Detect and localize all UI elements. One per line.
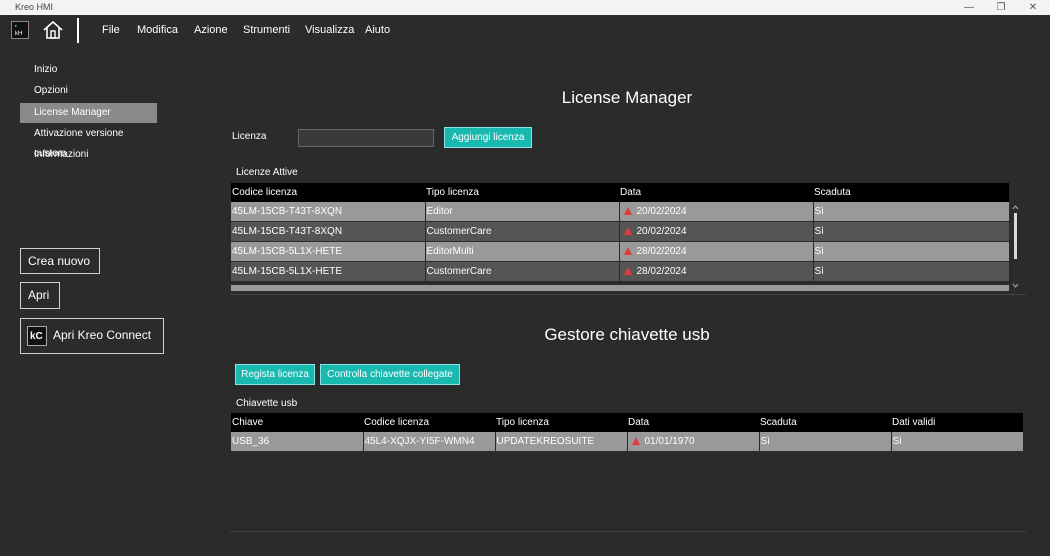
column-header-codice: Codice licenza	[363, 413, 495, 432]
column-header-scaduta: Scaduta	[813, 183, 1009, 202]
cell-dati-validi: Sì	[891, 432, 1024, 452]
title-bar: Kreo HMI — ❐ ✕	[0, 0, 1050, 15]
cell-data: 28/02/2024	[619, 241, 814, 262]
licenze-attive-label: Licenze Attive	[236, 167, 298, 178]
sidebar-item-attivazione[interactable]: Attivazione versione custom	[20, 124, 157, 159]
table-row[interactable]: 45LM-15CB-T43T-8XQN Editor 20/02/2024 Sì	[231, 202, 1010, 222]
chiavette-usb-table: Chiave Codice licenza Tipo licenza Data …	[231, 413, 1024, 452]
bottom-divider	[230, 531, 1026, 532]
home-icon[interactable]	[42, 20, 64, 40]
column-header-tipo: Tipo licenza	[425, 183, 619, 202]
cell-scaduta: Sì	[813, 221, 1010, 242]
cell-codice: 45LM-15CB-T43T-8XQN	[231, 202, 426, 222]
apri-kreo-connect-button[interactable]: kC Apri Kreo Connect	[20, 318, 164, 354]
cell-data-value: 20/02/2024	[636, 206, 687, 217]
table-header-row: Codice licenza Tipo licenza Data Scaduta	[231, 183, 1009, 202]
sidebar-item-opzioni[interactable]: Opzioni	[20, 81, 157, 101]
kreo-connect-icon: kC	[27, 326, 47, 346]
cell-scaduta: Sì	[813, 241, 1010, 262]
menu-bar: kH File Modifica Azione Strumenti Visual…	[0, 15, 1050, 46]
warning-icon	[631, 437, 640, 445]
cell-tipo: CustomerCare	[425, 261, 620, 282]
maximize-button[interactable]: ❐	[985, 0, 1017, 15]
close-button[interactable]: ✕	[1017, 0, 1049, 15]
cell-data-value: 20/02/2024	[636, 226, 687, 237]
warning-icon	[623, 227, 632, 235]
table-row[interactable]: 45LM-15CB-T43T-8XQN CustomerCare 20/02/2…	[231, 221, 1010, 242]
cell-tipo: Editor	[425, 202, 620, 222]
apri-button[interactable]: Apri	[20, 282, 60, 309]
cell-tipo: EditorMulti	[425, 241, 620, 262]
cell-data: 20/02/2024	[619, 202, 814, 222]
registra-licenza-button[interactable]: Regista licenza	[235, 364, 315, 385]
table-header-row: Chiave Codice licenza Tipo licenza Data …	[231, 413, 1023, 432]
column-header-data: Data	[619, 183, 813, 202]
column-header-scaduta: Scaduta	[759, 413, 891, 432]
cell-data-value: 28/02/2024	[636, 246, 687, 257]
table-row[interactable]: 45LM-15CB-5L1X-HETE CustomerCare 28/02/2…	[231, 261, 1010, 282]
cell-data: 28/02/2024	[619, 261, 814, 282]
licenze-scrollbar[interactable]	[1011, 203, 1020, 291]
menu-visualizza[interactable]: Visualizza	[305, 24, 354, 36]
cell-data-value: 01/01/1970	[644, 436, 695, 447]
cell-chiave: USB_36	[231, 432, 364, 452]
usb-manager-title: Gestore chiavette usb	[544, 325, 710, 344]
cell-codice: 45LM-15CB-T43T-8XQN	[231, 221, 426, 242]
menu-azione[interactable]: Azione	[194, 24, 228, 36]
table-row[interactable]: USB_36 45L4-XQJX-YI5F-WMN4 UPDATEKREOSUI…	[231, 432, 1024, 452]
app-logo-icon: kH	[11, 21, 29, 39]
menu-modifica[interactable]: Modifica	[137, 24, 178, 36]
sidebar-item-license-manager[interactable]: License Manager	[20, 103, 157, 123]
menu-strumenti[interactable]: Strumenti	[243, 24, 290, 36]
license-manager-title: License Manager	[561, 88, 693, 107]
sidebar-item-inizio[interactable]: Inizio	[20, 60, 157, 80]
licenze-attive-table: Codice licenza Tipo licenza Data Scaduta…	[231, 183, 1010, 282]
kreo-connect-logo-text: kC	[30, 331, 43, 342]
table-row-partial	[231, 285, 1009, 291]
crea-nuovo-button[interactable]: Crea nuovo	[20, 248, 100, 274]
controlla-chiavette-button[interactable]: Controlla chiavette collegate	[320, 364, 460, 385]
window-title: Kreo HMI	[15, 2, 54, 12]
cell-data: 01/01/1970	[627, 432, 760, 452]
cell-scaduta: Sì	[813, 261, 1010, 282]
column-header-codice: Codice licenza	[231, 183, 425, 202]
column-header-tipo: Tipo licenza	[495, 413, 627, 432]
cell-codice: 45LM-15CB-5L1X-HETE	[231, 261, 426, 282]
warning-icon	[623, 207, 632, 215]
cell-data-value: 28/02/2024	[636, 266, 687, 277]
cell-scaduta: Sì	[813, 202, 1010, 222]
licenza-input[interactable]	[298, 129, 434, 147]
sidebar-item-informazioni[interactable]: Informazioni	[20, 145, 157, 165]
cell-codice: 45LM-15CB-5L1X-HETE	[231, 241, 426, 262]
apri-kreo-connect-label: Apri Kreo Connect	[53, 328, 152, 342]
column-header-data: Data	[627, 413, 759, 432]
aggiungi-licenza-button[interactable]: Aggiungi licenza	[444, 127, 532, 148]
menu-aiuto[interactable]: Aiuto	[365, 24, 390, 36]
licenza-label: Licenza	[232, 131, 267, 142]
cell-codice: 45L4-XQJX-YI5F-WMN4	[363, 432, 496, 452]
column-header-dati-validi: Dati validi	[891, 413, 1023, 432]
cell-data: 20/02/2024	[619, 221, 814, 242]
warning-icon	[623, 247, 632, 255]
column-header-chiave: Chiave	[231, 413, 363, 432]
cell-scaduta: Sì	[759, 432, 892, 452]
menu-file[interactable]: File	[102, 24, 120, 36]
section-divider	[230, 294, 1026, 295]
menu-divider	[77, 18, 79, 43]
svg-text:kH: kH	[15, 31, 22, 37]
chiavette-usb-label: Chiavette usb	[236, 398, 298, 409]
cell-tipo: UPDATEKREOSUITE	[495, 432, 628, 452]
minimize-button[interactable]: —	[953, 0, 985, 15]
warning-icon	[623, 267, 632, 275]
cell-tipo: CustomerCare	[425, 221, 620, 242]
table-row[interactable]: 45LM-15CB-5L1X-HETE EditorMulti 28/02/20…	[231, 241, 1010, 262]
